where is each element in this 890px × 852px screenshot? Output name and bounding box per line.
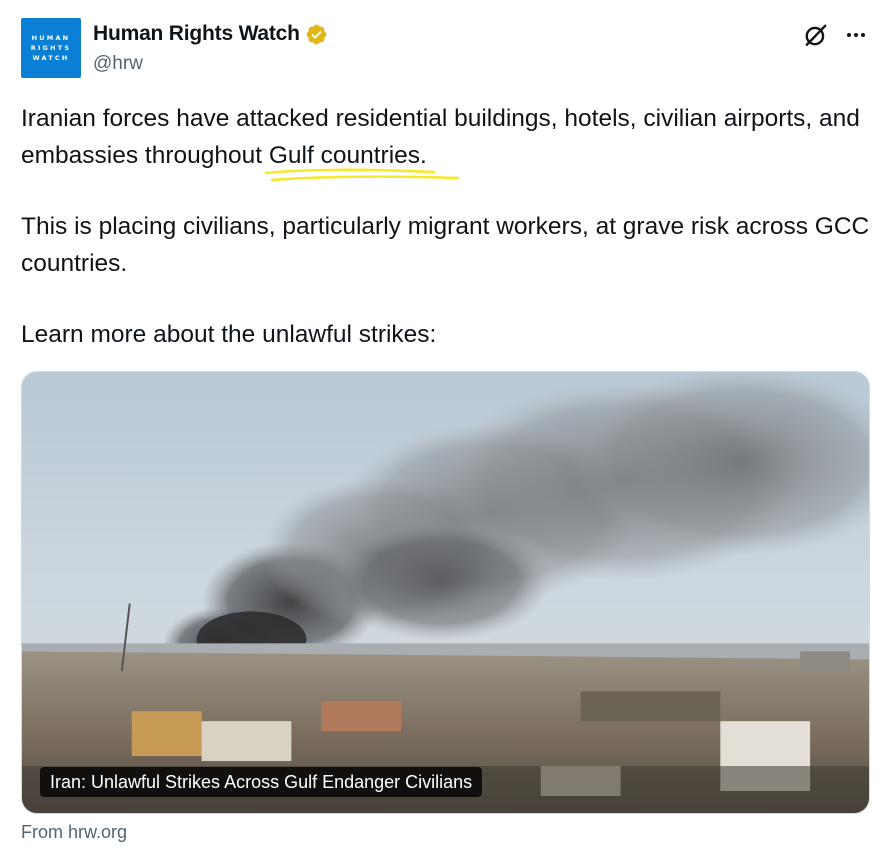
- tweet-paragraph-3: Learn more about the unlawful strikes:: [21, 321, 437, 348]
- avatar[interactable]: HUMAN RIGHTS WATCH: [21, 18, 81, 78]
- smoke-over-city-photo: [22, 372, 869, 813]
- verified-badge-icon[interactable]: [305, 23, 328, 46]
- highlighted-phrase-text: Gulf countries.: [268, 142, 427, 169]
- avatar-line-3: WATCH: [32, 54, 70, 62]
- tweet-header: HUMAN RIGHTS WATCH Human Rights Watch @h…: [21, 18, 871, 80]
- tweet-paragraph-1: Iranian forces have attacked residential…: [21, 100, 871, 182]
- author-display-name[interactable]: Human Rights Watch: [93, 22, 300, 46]
- highlight-underline-mark: [264, 168, 460, 182]
- author-name-row: Human Rights Watch: [93, 22, 328, 46]
- author-handle[interactable]: @hrw: [93, 53, 143, 75]
- tweet-text: Iranian forces have attacked residential…: [21, 100, 871, 353]
- link-preview-card[interactable]: Iran: Unlawful Strikes Across Gulf Endan…: [21, 371, 870, 814]
- tweet-paragraph-2: This is placing civilians, particularly …: [21, 213, 870, 277]
- avatar-line-1: HUMAN: [31, 34, 71, 42]
- avatar-line-2: RIGHTS: [30, 44, 72, 52]
- link-card-caption: Iran: Unlawful Strikes Across Gulf Endan…: [40, 767, 483, 797]
- highlighted-phrase: Gulf countries.: [264, 137, 460, 182]
- paragraph-1-text: Iranian forces have attacked residential…: [21, 105, 860, 169]
- grok-icon[interactable]: [803, 22, 829, 48]
- more-options-icon[interactable]: [843, 22, 869, 48]
- link-source[interactable]: From hrw.org: [21, 822, 127, 843]
